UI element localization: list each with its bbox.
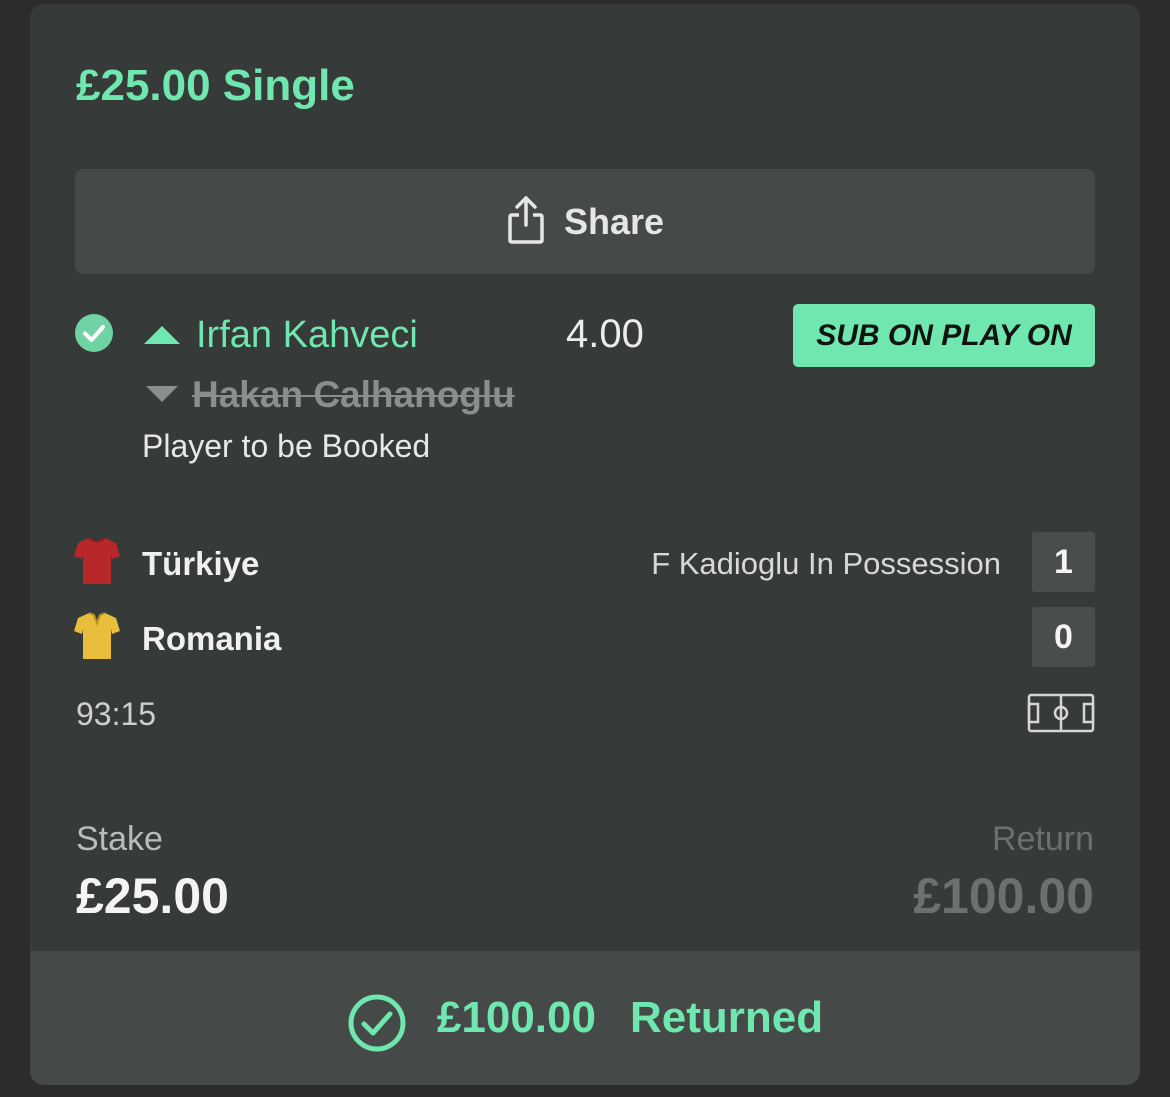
team-name-away: Romania <box>142 620 282 657</box>
share-label: Share <box>563 200 665 242</box>
badge-label: SUB ON PLAY ON <box>816 318 1072 352</box>
share-button[interactable]: Share <box>75 169 1095 274</box>
check-circle-icon <box>75 314 113 352</box>
score-home: 1 <box>1032 532 1095 592</box>
stake-label: Stake <box>76 820 163 858</box>
team-name-home: Türkiye <box>142 545 260 582</box>
sub-off-arrow-icon <box>146 386 178 402</box>
return-value: £100.00 <box>913 868 1094 924</box>
returned-banner: £100.00 Returned <box>30 951 1140 1085</box>
romania-shirt-icon <box>74 612 120 659</box>
player-out: Hakan Calhanoglu <box>192 374 515 415</box>
pitch-icon[interactable] <box>1027 693 1095 733</box>
check-circle-outline-icon <box>348 994 406 1052</box>
market-name: Player to be Booked <box>142 428 431 464</box>
odds: 4.00 <box>566 312 644 356</box>
returned-amount: £100.00 <box>436 993 596 1042</box>
stake-value: £25.00 <box>76 868 229 924</box>
share-icon <box>508 195 544 244</box>
sub-on-arrow-icon <box>144 326 180 344</box>
turkiye-shirt-icon <box>74 537 120 584</box>
player-in: Irfan Kahveci <box>196 314 418 356</box>
sub-on-play-on-badge: SUB ON PLAY ON <box>793 304 1095 367</box>
match-clock: 93:15 <box>76 696 157 732</box>
bet-title: £25.00 Single <box>76 61 355 110</box>
return-label: Return <box>991 820 1094 858</box>
bet-card: £25.00 Single Share Irfan Kahveci 4.00 S… <box>30 4 1140 1085</box>
score-away: 0 <box>1032 607 1095 667</box>
match-status: F Kadioglu In Possession <box>651 546 1001 581</box>
returned-label: Returned <box>629 993 824 1042</box>
